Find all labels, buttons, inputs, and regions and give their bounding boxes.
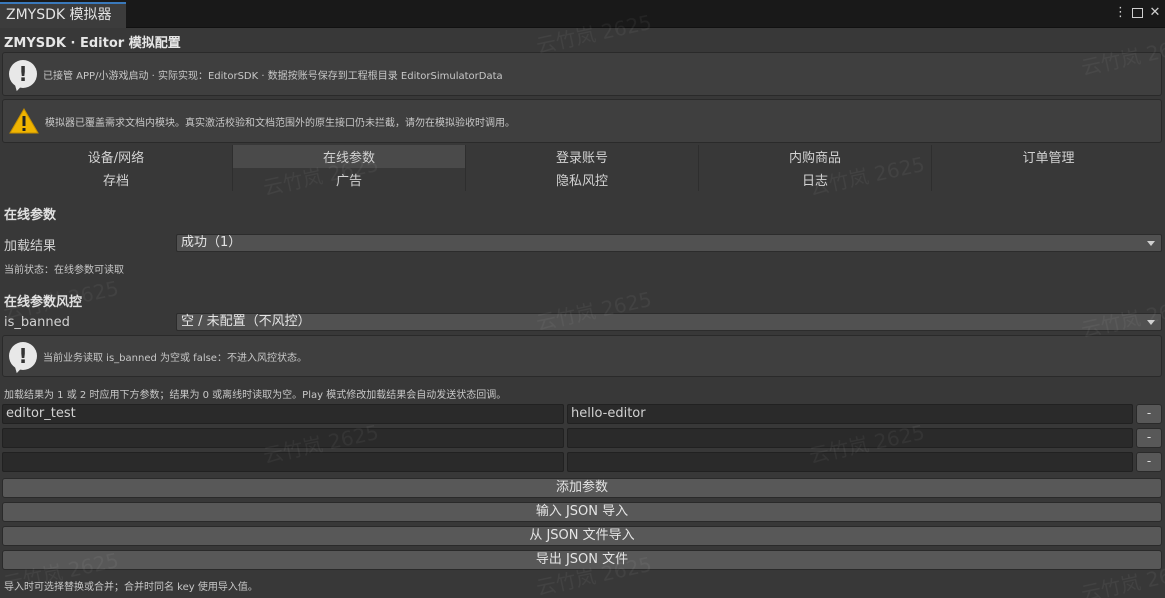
warning-helpbox: 模拟器已覆盖需求文档内模块。真实激活校验和文档范围外的原生接口仍未拦截，请勿在模…	[2, 99, 1162, 143]
load-result-label: 加载结果	[4, 239, 57, 254]
warning-message: 模拟器已覆盖需求文档内模块。真实激活校验和文档范围外的原生接口仍未拦截，请勿在模…	[45, 117, 515, 129]
load-result-dropdown[interactable]: 成功（1）	[176, 234, 1162, 252]
param-key-input[interactable]: editor_test	[2, 404, 564, 424]
chevron-down-icon	[1147, 320, 1155, 325]
tab-login-account[interactable]: 登录账号	[466, 145, 699, 168]
tab-device-network[interactable]: 设备/网络	[0, 145, 233, 168]
tab-privacy-risk[interactable]: 隐私风控	[466, 168, 699, 191]
tab-empty	[932, 168, 1165, 191]
maximize-icon[interactable]	[1132, 8, 1143, 18]
is-banned-dropdown[interactable]: 空 / 未配置（不风控）	[176, 313, 1162, 331]
risk-info-message: 当前业务读取 is_banned 为空或 false：不进入风控状态。	[43, 352, 307, 364]
remove-param-button[interactable]: -	[1136, 452, 1162, 472]
param-value-input[interactable]	[567, 452, 1133, 472]
is-banned-value: 空 / 未配置（不风控）	[181, 314, 311, 329]
app-title: ZMYSDK · Editor 模拟配置	[4, 36, 181, 51]
info-message: 已接管 APP/小游戏启动 · 实际实现：EditorSDK · 数据按账号保存…	[43, 70, 503, 82]
import-json-file-button[interactable]: 从 JSON 文件导入	[2, 526, 1162, 546]
chevron-down-icon	[1147, 241, 1155, 246]
window-tab[interactable]: ZMYSDK 模拟器	[0, 2, 126, 28]
remove-param-button[interactable]: -	[1136, 428, 1162, 448]
info-helpbox: ! 已接管 APP/小游戏启动 · 实际实现：EditorSDK · 数据按账号…	[2, 52, 1162, 96]
add-param-button[interactable]: 添加参数	[2, 478, 1162, 498]
param-key-input[interactable]	[2, 452, 564, 472]
status-text: 当前状态：在线参数可读取	[4, 265, 124, 276]
load-result-value: 成功（1）	[181, 235, 242, 250]
window-controls: ⋮ ✕	[1114, 5, 1161, 20]
import-footer-note: 导入时可选择替换或合并；合并时同名 key 使用导入值。	[4, 582, 258, 593]
param-row: -	[2, 428, 1162, 448]
tab-logs[interactable]: 日志	[699, 168, 932, 191]
param-value-input[interactable]: hello-editor	[567, 404, 1133, 424]
is-banned-label: is_banned	[4, 315, 70, 330]
close-icon[interactable]: ✕	[1149, 5, 1161, 20]
window-titlebar: ZMYSDK 模拟器 ⋮ ✕	[0, 0, 1165, 28]
param-value-input[interactable]	[567, 428, 1133, 448]
param-key-input[interactable]	[2, 428, 564, 448]
tab-online-params[interactable]: 在线参数	[233, 145, 466, 168]
tab-iap-products[interactable]: 内购商品	[699, 145, 932, 168]
tab-ads[interactable]: 广告	[233, 168, 466, 191]
export-json-file-button[interactable]: 导出 JSON 文件	[2, 550, 1162, 570]
import-json-input-button[interactable]: 输入 JSON 导入	[2, 502, 1162, 522]
tab-order-management[interactable]: 订单管理	[932, 145, 1165, 168]
params-hint: 加载结果为 1 或 2 时应用下方参数；结果为 0 或离线时读取为空。Play …	[4, 390, 507, 401]
more-menu-icon[interactable]: ⋮	[1114, 5, 1127, 20]
section-title-risk: 在线参数风控	[4, 295, 83, 310]
simulator-window: ZMYSDK 模拟器 ⋮ ✕ ZMYSDK · Editor 模拟配置 ! 已接…	[0, 0, 1165, 598]
risk-info-helpbox: ! 当前业务读取 is_banned 为空或 false：不进入风控状态。	[2, 335, 1162, 377]
section-title-online-params: 在线参数	[4, 208, 57, 223]
param-row: editor_test hello-editor -	[2, 404, 1162, 424]
tab-save-data[interactable]: 存档	[0, 168, 233, 191]
info-icon: !	[9, 342, 37, 370]
remove-param-button[interactable]: -	[1136, 404, 1162, 424]
info-icon: !	[9, 60, 37, 88]
param-row: -	[2, 452, 1162, 472]
warning-icon	[9, 108, 39, 134]
module-tabs: 设备/网络 在线参数 登录账号 内购商品 订单管理 存档 广告 隐私风控 日志	[0, 145, 1165, 191]
